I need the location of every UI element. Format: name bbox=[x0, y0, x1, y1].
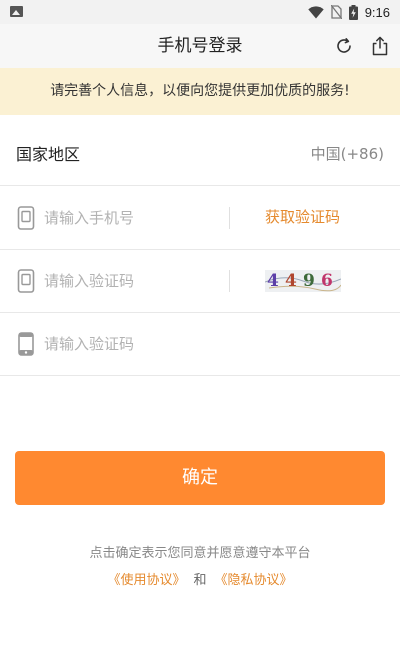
status-time: 9:16 bbox=[364, 4, 390, 20]
refresh-icon bbox=[337, 38, 351, 53]
share-icon bbox=[372, 36, 388, 56]
captcha-char: 4 bbox=[267, 271, 279, 291]
wifi-icon bbox=[307, 5, 324, 19]
captcha-input[interactable] bbox=[44, 266, 224, 296]
terms-link[interactable]: 《使用协议》 bbox=[107, 573, 185, 588]
phone-input[interactable] bbox=[44, 203, 224, 233]
captcha-char: 9 bbox=[303, 271, 315, 291]
captcha-char: 4 bbox=[285, 271, 297, 291]
image-icon bbox=[10, 6, 23, 17]
confirm-button[interactable]: 确定 bbox=[15, 451, 385, 505]
region-value[interactable]: 中国(+86) bbox=[311, 123, 384, 186]
sms-code-input[interactable] bbox=[44, 329, 374, 359]
region-selector[interactable]: 国家地区 中国(+86) bbox=[0, 123, 400, 186]
mobile-icon bbox=[18, 332, 34, 356]
sms-code-row bbox=[0, 312, 400, 376]
agreement-links: 《使用协议》和《隐私协议》 bbox=[0, 572, 400, 590]
share-button[interactable] bbox=[368, 34, 392, 58]
no-sim-icon bbox=[330, 5, 342, 19]
agreement-text: 点击确定表示您同意并愿意遵守本平台 bbox=[89, 546, 311, 561]
nav-bar: 手机号登录 bbox=[0, 24, 400, 68]
region-label: 国家地区 bbox=[16, 145, 81, 164]
get-code-button[interactable]: 获取验证码 bbox=[265, 186, 340, 249]
status-bar: 9:16 bbox=[0, 0, 400, 24]
battery-charging-icon bbox=[348, 4, 358, 20]
notice-banner: 请完善个人信息，以便向您提供更加优质的服务! bbox=[0, 68, 400, 115]
captcha-row: 4 4 9 6 bbox=[0, 249, 400, 313]
divider bbox=[229, 270, 230, 292]
status-icons: 9:16 bbox=[307, 3, 390, 21]
captcha-char: 6 bbox=[321, 271, 333, 291]
captcha-image[interactable]: 4 4 9 6 bbox=[265, 270, 341, 292]
divider bbox=[229, 207, 230, 229]
privacy-link[interactable]: 《隐私协议》 bbox=[215, 573, 293, 588]
phone-icon bbox=[17, 269, 35, 293]
and-text: 和 bbox=[193, 573, 207, 588]
refresh-button[interactable] bbox=[332, 34, 356, 58]
phone-row: 获取验证码 bbox=[0, 186, 400, 250]
phone-icon bbox=[17, 206, 35, 230]
